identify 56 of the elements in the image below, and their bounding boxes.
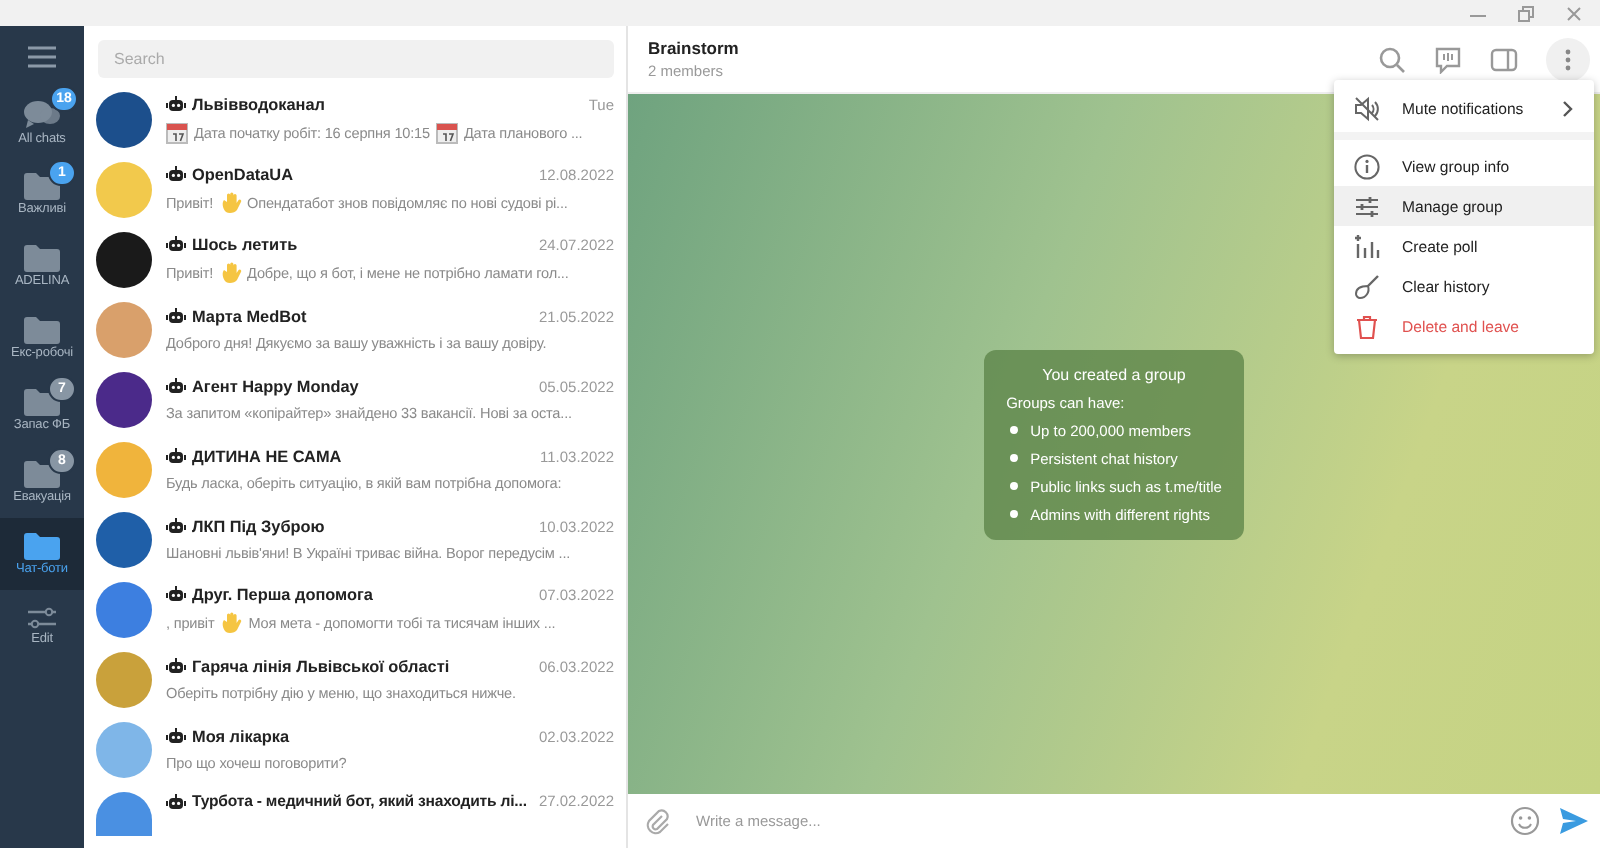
more-icon (1564, 47, 1572, 71)
attach-icon[interactable] (644, 807, 672, 835)
bot-icon (166, 166, 186, 182)
bot-icon (166, 586, 186, 602)
bot-icon (166, 236, 186, 252)
folder-icon (24, 460, 60, 488)
chat-name: Львівводоканал (192, 95, 327, 113)
bot-icon (166, 728, 186, 744)
sliders-icon (1354, 193, 1380, 219)
bot-icon (166, 658, 186, 674)
chat-name: Шось летить (192, 235, 300, 253)
chat-name: Агент Happy Monday (192, 377, 361, 395)
bot-icon (166, 308, 186, 324)
folder-icon (24, 532, 60, 560)
info-icon (1354, 153, 1380, 179)
folder-icon (24, 316, 60, 344)
folder-icon (24, 244, 60, 272)
chat-name: Марта MedBot (192, 307, 309, 325)
bot-icon (166, 793, 186, 809)
close-icon[interactable] (1564, 3, 1584, 23)
bullet-icon (1010, 482, 1019, 490)
folder-icon (24, 172, 60, 200)
send-icon[interactable] (1560, 808, 1588, 834)
chat-name: Моя лікарка (192, 727, 292, 745)
more-button[interactable] (1546, 37, 1590, 81)
bot-icon (166, 378, 186, 394)
chat-name: ЛКП Під Зуброю (192, 517, 327, 535)
chat-name: Друг. Перша допомога (192, 585, 375, 603)
bullet-icon (1010, 510, 1019, 518)
muted-speaker-icon (1354, 95, 1380, 121)
service-title: You created a group (1040, 365, 1188, 383)
poll-icon (1354, 233, 1380, 259)
sliders-icon (26, 606, 58, 630)
chat-title: Brainstorm (648, 38, 739, 58)
calendar-icon (435, 121, 458, 143)
waving-hand-icon (219, 191, 242, 213)
folder-icon (24, 388, 60, 416)
chat-name: OpenDataUA (192, 165, 295, 183)
search-field[interactable]: Search (98, 40, 614, 78)
bot-icon (166, 518, 186, 534)
calendar-icon (166, 121, 188, 143)
bot-icon (166, 96, 186, 112)
bullet-icon (1010, 426, 1019, 434)
broom-icon (1354, 273, 1380, 299)
chat-name: ДИТИНА НЕ САМА (192, 447, 344, 465)
sidebar-toggle-icon[interactable] (1490, 45, 1518, 73)
restore-icon[interactable] (1516, 3, 1536, 23)
waving-hand-icon (219, 261, 242, 283)
live-chat-icon[interactable] (1434, 45, 1462, 73)
trash-icon (1354, 313, 1380, 339)
bot-icon (166, 448, 186, 464)
bullet-icon (1010, 454, 1019, 462)
search-icon[interactable] (1378, 45, 1406, 73)
emoji-icon[interactable] (1510, 806, 1540, 836)
waving-hand-icon (220, 611, 243, 633)
chat-name: Гаряча лінія Львівської області (192, 657, 452, 675)
